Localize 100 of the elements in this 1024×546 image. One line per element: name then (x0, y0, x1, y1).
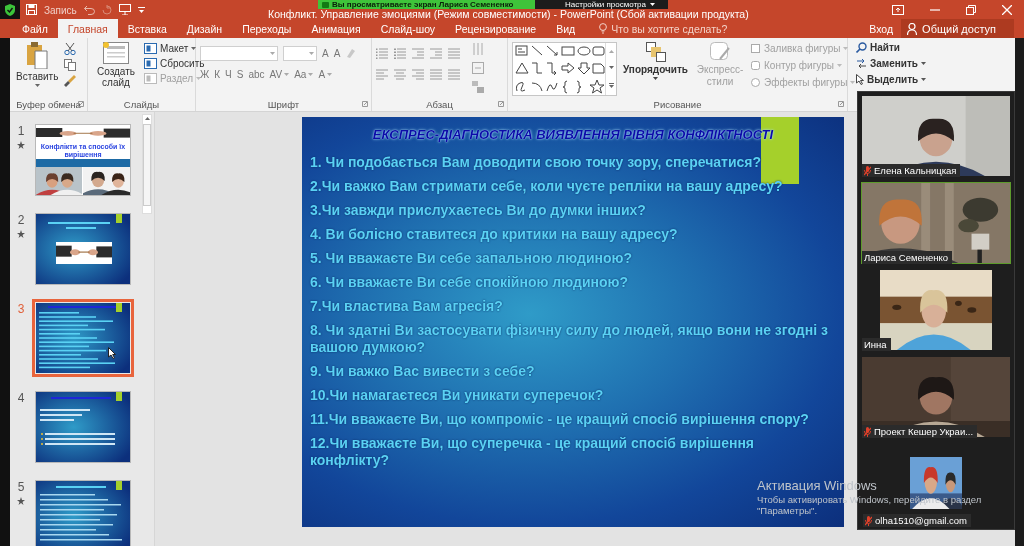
clipboard-icon (26, 42, 49, 69)
dialog-launcher-icon[interactable] (362, 101, 368, 107)
view-options-button[interactable]: Настройки просмотра (535, 0, 668, 9)
format-button[interactable]: К (214, 68, 221, 80)
caret-icon (191, 47, 197, 50)
caret-icon (836, 64, 842, 67)
ribbon-tab[interactable]: Рецензирование (445, 19, 547, 38)
numbered-list-icon[interactable] (394, 47, 406, 59)
slide-thumbnail[interactable] (35, 391, 131, 463)
slide-thumbnail[interactable] (35, 480, 131, 546)
slide-command-button[interactable]: Сбросить (144, 58, 205, 69)
ribbon-tab[interactable]: Вид (546, 19, 586, 38)
question-text: 11.Чи вважаєте Ви, що компроміс - це кращий спосіб вирішення спору? (310, 411, 810, 428)
scroll-up-icon (608, 49, 614, 53)
question-text: 7.Чи властива Вам агресія? (310, 298, 504, 315)
text-direction-icon[interactable] (472, 43, 484, 55)
slide-number: 5 (17, 480, 25, 494)
layout-icon (144, 58, 157, 69)
ribbon-tab[interactable]: Дизайн (176, 19, 233, 38)
search-icon (856, 42, 867, 53)
align-center-icon[interactable] (394, 68, 406, 80)
columns-icon[interactable] (448, 68, 460, 80)
increase-indent-icon[interactable] (430, 47, 442, 59)
screen-share-icon (322, 1, 329, 8)
smartart-icon[interactable] (472, 81, 484, 93)
close-icon[interactable] (1002, 4, 1012, 15)
format-button[interactable]: Ч (225, 68, 232, 80)
slide-number: 3 (17, 302, 25, 316)
copy-icon[interactable] (64, 59, 77, 71)
lightbulb-icon (599, 23, 608, 34)
line-spacing-icon[interactable] (448, 47, 460, 59)
undo-icon[interactable] (83, 4, 95, 15)
caret-icon (921, 78, 927, 81)
format-button[interactable]: A (318, 68, 333, 80)
format-button[interactable]: S (236, 68, 244, 80)
slide-thumbnail[interactable] (35, 213, 131, 285)
caret-icon (34, 84, 40, 87)
slide-number: 4 (17, 391, 25, 405)
accent-rectangle (116, 481, 122, 490)
align-text-icon[interactable] (472, 62, 484, 74)
tell-me-field[interactable]: Что вы хотите сделать? (611, 22, 747, 35)
redo-icon[interactable] (101, 4, 112, 15)
layout-icon (144, 43, 157, 54)
shape-gallery[interactable] (512, 42, 617, 96)
format-button[interactable]: AV (269, 68, 290, 80)
scissors-icon[interactable] (64, 43, 77, 55)
format-button[interactable]: abc (248, 68, 265, 80)
save-icon[interactable] (26, 4, 37, 15)
paste-button[interactable]: Вставить (14, 42, 61, 87)
clear-format-icon[interactable] (345, 48, 356, 58)
editing-button[interactable]: Выделить (856, 74, 938, 85)
align-right-icon[interactable] (412, 68, 424, 80)
group-label: Рисование (653, 98, 702, 110)
bulleted-list-icon[interactable] (376, 47, 388, 59)
caret-icon (327, 72, 333, 76)
ribbon-tab[interactable]: Переходы (232, 19, 302, 38)
scrollbar[interactable] (142, 114, 152, 214)
dialog-launcher-icon[interactable] (498, 101, 504, 107)
justify-icon[interactable] (430, 68, 442, 80)
minimize-icon[interactable] (930, 8, 940, 11)
replace-icon (856, 58, 867, 69)
accent-rectangle (116, 392, 122, 401)
font-size-button[interactable]: A (322, 47, 329, 59)
ribbon-tab[interactable]: Главная (57, 19, 118, 38)
ribbon-tab[interactable]: Анимация (301, 19, 371, 38)
editing-button[interactable]: Найти (856, 42, 938, 53)
view-options-label: Настройки просмотра (565, 0, 646, 9)
presentation-icon[interactable] (118, 4, 131, 15)
brush-icon[interactable] (64, 75, 77, 87)
ribbon-display-icon[interactable] (892, 4, 904, 15)
align-left-icon[interactable] (376, 68, 388, 80)
customize-icon[interactable] (137, 6, 145, 13)
ribbon-tab[interactable]: Файл (12, 19, 58, 38)
scroll-up-icon[interactable] (144, 117, 150, 120)
slide-number: 2 (17, 213, 25, 227)
arrange-button[interactable]: Упорядочить (621, 42, 690, 80)
decrease-indent-icon[interactable] (412, 47, 424, 59)
slide-thumbnail[interactable] (32, 299, 134, 377)
arrange-label: Упорядочить (623, 64, 688, 75)
arrange-icon (645, 42, 666, 62)
restore-icon[interactable] (966, 4, 976, 15)
ribbon-tab[interactable]: Вставка (117, 19, 177, 38)
style-icon (710, 42, 730, 62)
dialog-launcher-icon[interactable] (838, 101, 844, 107)
font-size-button[interactable]: A (333, 47, 341, 59)
format-button[interactable]: Aa (294, 68, 314, 80)
font-size-field[interactable] (283, 45, 317, 61)
question-text: 1. Чи подобається Вам доводити свою точку зору, сперечатися? (310, 154, 763, 171)
sign-in-link[interactable]: Вход (861, 19, 902, 38)
ribbon-tab[interactable]: Слайд-шоу (370, 19, 446, 38)
new-slide-button[interactable]: Создать слайд (92, 42, 140, 88)
participant-name: Инна (864, 339, 887, 350)
share-button[interactable]: Общий доступ (901, 19, 1014, 38)
participant-name: olha1510@gmail.com (875, 515, 968, 526)
slide-layout-icon (103, 42, 129, 64)
question-text: 4. Ви болісно ставитеся до критики на вашу адресу? (310, 226, 679, 243)
question-text: 3.Чи завжди прислухаєтесь Ви до думки інших? (310, 202, 647, 219)
shield-icon (5, 3, 15, 16)
editing-button[interactable]: Заменить (856, 58, 938, 69)
format-button[interactable]: Ж (200, 68, 210, 80)
